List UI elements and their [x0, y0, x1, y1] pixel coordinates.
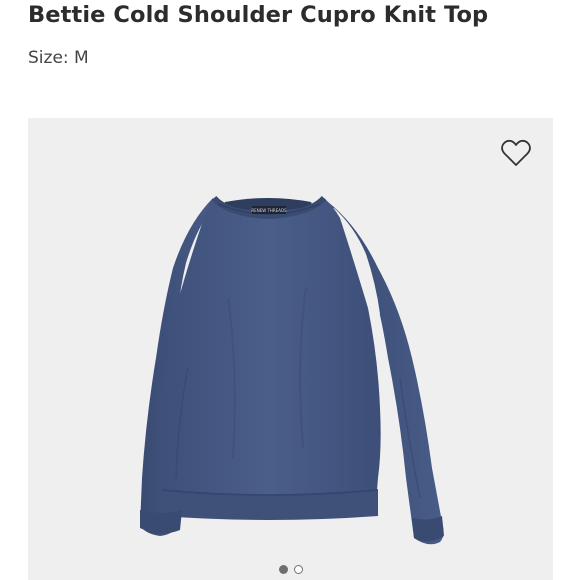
product-title: Bettie Cold Shoulder Cupro Knit Top — [28, 2, 489, 28]
size-label: Size: M — [28, 48, 89, 68]
garment-right-cuff — [412, 516, 444, 542]
product-image-gallery[interactable]: RENEW THREADS — [28, 118, 553, 580]
garment-brand-label-text: RENEW THREADS — [251, 208, 287, 213]
carousel-dot-2[interactable] — [293, 565, 303, 574]
carousel-dots — [28, 565, 553, 574]
heart-outline-icon — [501, 139, 531, 166]
garment-left-cuff — [140, 510, 182, 534]
product-image[interactable]: RENEW THREADS — [28, 118, 553, 580]
favorite-button[interactable] — [499, 136, 533, 170]
carousel-dot-1[interactable] — [278, 565, 288, 574]
product-page: Bettie Cold Shoulder Cupro Knit Top Size… — [0, 0, 580, 580]
